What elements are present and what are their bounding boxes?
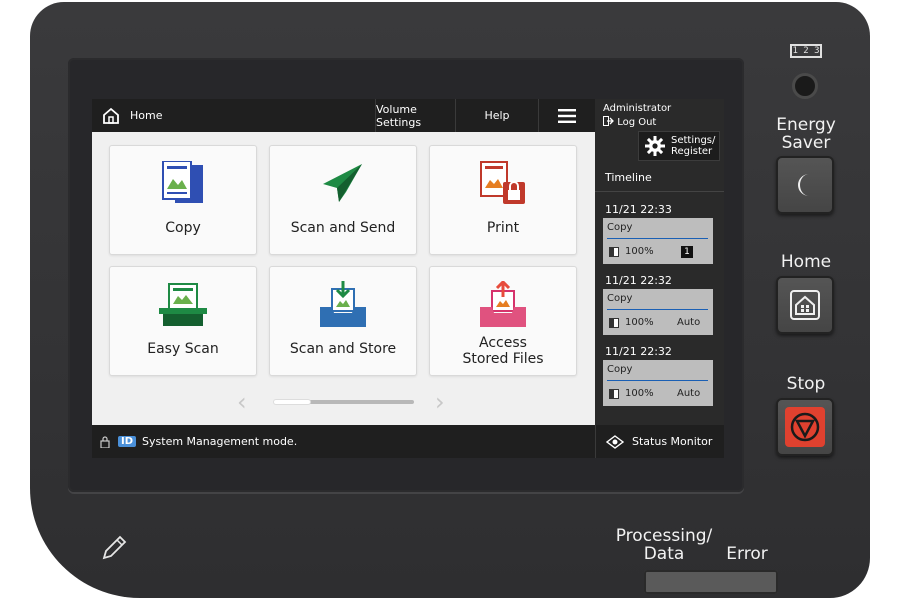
paper-plane-icon: [323, 164, 362, 202]
logout-icon: [603, 116, 614, 126]
copy-tile-label: Copy: [165, 220, 201, 236]
energy-saver-label-line2: Saver: [781, 133, 831, 153]
processing-data-label: Processing/ Data: [612, 527, 716, 563]
energy-saver-button[interactable]: [776, 156, 834, 214]
job-progress-line: [607, 309, 708, 310]
page-scroll-track[interactable]: [274, 400, 414, 404]
job-name: Copy: [607, 293, 633, 304]
processing-label-line1: Processing/: [615, 526, 713, 546]
logout-label: Log Out: [617, 117, 657, 128]
admin-label: Administrator: [603, 103, 672, 114]
processing-label-line2: Data: [643, 544, 685, 564]
chevron-right-icon[interactable]: ›: [435, 390, 445, 414]
copy-icon: [162, 161, 203, 203]
energy-saver-label: Energy Saver: [772, 116, 840, 152]
status-bar: ID System Management mode. Status Monito…: [92, 425, 724, 458]
id-badge: ID: [118, 436, 137, 447]
scan-and-store-tile-label: Scan and Store: [289, 341, 397, 357]
home-hw-label: Home: [780, 252, 832, 272]
sensor-button[interactable]: [792, 73, 818, 99]
gear-icon: [645, 136, 665, 156]
home-tab[interactable]: Home: [92, 99, 375, 132]
grayscale-icon: [609, 318, 619, 328]
job-mode: Auto: [677, 317, 701, 328]
help-button[interactable]: Help: [455, 99, 538, 132]
job-mode-badge: 1: [681, 246, 693, 258]
job-name: Copy: [607, 222, 633, 233]
easy-scan-tile-label: Easy Scan: [147, 341, 219, 357]
logout-button[interactable]: Log Out: [603, 116, 656, 128]
indicator-led-strip: [644, 570, 778, 594]
menu-button[interactable]: [538, 99, 595, 132]
scan-and-send-tile[interactable]: Scan and Send: [269, 145, 417, 255]
stop-label: Stop: [786, 374, 826, 394]
copy-tile[interactable]: Copy: [109, 145, 257, 255]
timeline-title: Timeline: [605, 171, 652, 184]
chevron-left-icon[interactable]: ‹: [237, 390, 247, 414]
stored-files-icon: [480, 281, 526, 327]
side-panel: Administrator Log Out Settings/ Register…: [595, 99, 724, 425]
job-time: 11/21 22:32: [605, 345, 672, 358]
job-percent: 100%: [625, 317, 654, 328]
job-card[interactable]: Copy 100% 1: [603, 218, 713, 264]
scan-and-send-tile-label: Scan and Send: [290, 220, 396, 236]
page-scroll-thumb[interactable]: [274, 400, 310, 404]
status-message: System Management mode.: [142, 435, 298, 448]
touch-screen: Home Volume Settings Help Copy Scan and …: [92, 99, 724, 458]
timeline-divider: [595, 191, 724, 192]
print-tile-label: Print: [486, 220, 520, 236]
energy-saver-label-line1: Energy: [776, 115, 836, 135]
home-hardware-button[interactable]: [776, 276, 834, 334]
hamburger-menu-icon: [558, 108, 576, 123]
job-card[interactable]: Copy 100% Auto: [603, 360, 713, 406]
stop-button[interactable]: [776, 398, 834, 456]
settings-label-line2: Register: [671, 146, 713, 157]
status-monitor-label: Status Monitor: [632, 435, 713, 448]
home-icon: [103, 107, 119, 124]
function-tiles-area: Copy Scan and Send Print Easy Scan Scan …: [92, 132, 595, 425]
job-progress-line: [607, 380, 708, 381]
stop-icon: [785, 407, 825, 447]
top-bar: Home Volume Settings Help: [92, 99, 595, 132]
job-time: 11/21 22:32: [605, 274, 672, 287]
tray-store-icon: [320, 281, 366, 327]
error-label: Error: [726, 544, 768, 564]
print-tile[interactable]: Print: [429, 145, 577, 255]
job-percent: 100%: [625, 246, 654, 257]
grayscale-icon: [609, 247, 619, 257]
grayscale-icon: [609, 389, 619, 399]
access-stored-files-tile[interactable]: Access Stored Files: [429, 266, 577, 376]
home-icon: [790, 290, 820, 320]
status-monitor-icon: [606, 434, 624, 449]
job-name: Copy: [607, 364, 633, 375]
scan-and-store-tile[interactable]: Scan and Store: [269, 266, 417, 376]
job-card[interactable]: Copy 100% Auto: [603, 289, 713, 335]
access-stored-files-tile-label: Access Stored Files: [462, 335, 544, 367]
lock-icon: [100, 435, 110, 448]
settings-label-line1: Settings/: [671, 135, 716, 146]
page-navigator: ‹ ›: [92, 390, 595, 414]
keypad-icon[interactable]: 1 2 3: [790, 44, 822, 58]
job-percent: 100%: [625, 388, 654, 399]
status-monitor-button[interactable]: Status Monitor: [595, 425, 712, 458]
scanner-icon: [159, 283, 207, 326]
easy-scan-tile[interactable]: Easy Scan: [109, 266, 257, 376]
job-progress-line: [607, 238, 708, 239]
home-tab-label: Home: [130, 109, 163, 122]
volume-settings-button[interactable]: Volume Settings: [375, 99, 455, 132]
job-mode: Auto: [677, 388, 701, 399]
print-lock-icon: [480, 161, 525, 204]
pencil-icon[interactable]: [100, 532, 130, 562]
status-message-area: ID System Management mode.: [92, 435, 595, 448]
settings-register-button[interactable]: Settings/ Register: [638, 131, 720, 161]
job-time: 11/21 22:33: [605, 203, 672, 216]
moon-icon: [798, 174, 809, 196]
